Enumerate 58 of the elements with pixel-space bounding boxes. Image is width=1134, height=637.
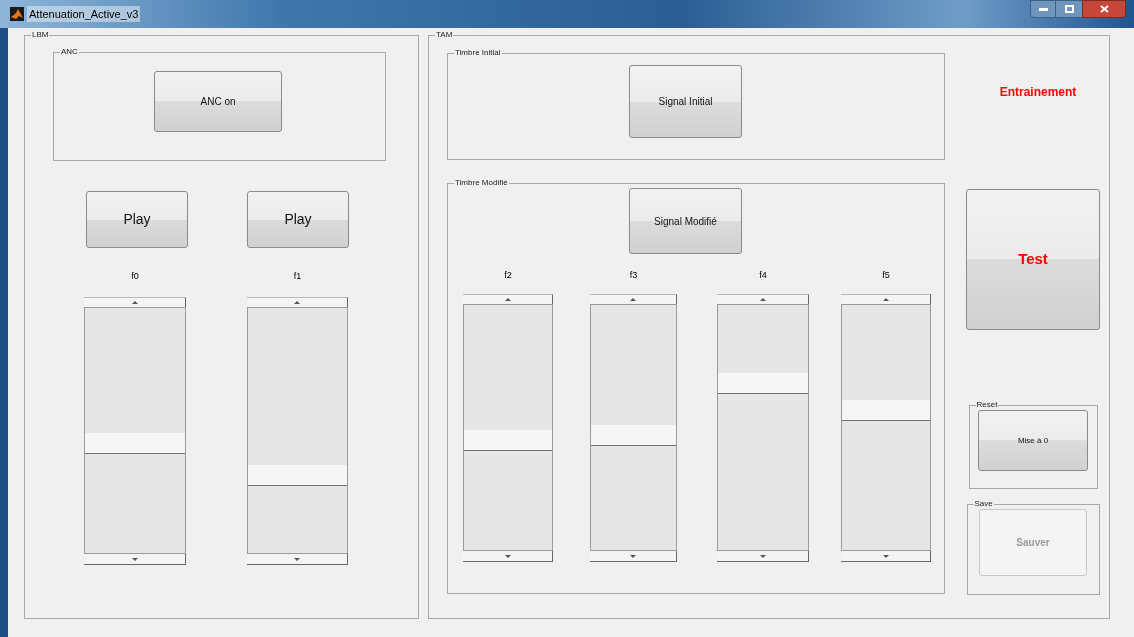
down-arrow-icon <box>294 557 300 561</box>
panel-title: LBM <box>31 30 50 40</box>
down-arrow-icon <box>131 557 138 561</box>
slider-label: f4 <box>759 269 767 281</box>
panel-title: Timbre Initial <box>454 48 502 58</box>
up-arrow-icon <box>630 298 636 301</box>
signal-initial-button[interactable]: Signal Initial <box>629 65 742 138</box>
slider-up-button[interactable] <box>463 294 553 304</box>
slider-thumb[interactable] <box>464 429 552 451</box>
up-arrow-icon <box>759 298 766 301</box>
minimize-icon <box>1038 7 1048 11</box>
slider-label: f3 <box>629 269 638 281</box>
slider-down-button[interactable] <box>841 551 931 562</box>
slider-label: f0 <box>131 270 139 282</box>
anc-button[interactable]: ANC on <box>154 71 282 132</box>
panel-title: ANC <box>60 47 79 57</box>
slider-up-button[interactable] <box>590 294 677 304</box>
mode-label: Entrainement <box>999 84 1077 101</box>
down-arrow-icon <box>504 554 511 558</box>
close-icon <box>1099 5 1109 13</box>
reset-button[interactable]: Mise à 0 <box>978 410 1088 471</box>
down-arrow-icon <box>882 554 889 558</box>
signal-modifie-button[interactable]: Signal Modifié <box>629 188 742 254</box>
down-arrow-icon <box>630 554 636 558</box>
down-arrow-icon <box>759 554 766 558</box>
slider-up-button[interactable] <box>717 294 809 304</box>
slider-thumb[interactable] <box>591 425 676 447</box>
slider-down-button[interactable] <box>590 551 677 562</box>
slider-thumb[interactable] <box>85 432 185 454</box>
slider-label: f1 <box>293 270 302 282</box>
slider-down-button[interactable] <box>247 554 348 565</box>
window-title: Attenuation_Active_v3 <box>27 5 141 23</box>
slider-up-button[interactable] <box>84 297 186 307</box>
slider-down-button[interactable] <box>84 554 186 565</box>
panel-title: Save <box>973 499 994 509</box>
maximize-icon <box>1064 5 1074 13</box>
play-button[interactable]: Play <box>247 191 349 248</box>
up-arrow-icon <box>882 298 889 301</box>
play-button[interactable]: Play <box>86 191 188 248</box>
slider-label: f2 <box>504 269 512 281</box>
slider-thumb[interactable] <box>248 464 347 486</box>
panel-title: Reset <box>975 400 999 410</box>
slider-thumb[interactable] <box>842 400 930 422</box>
panel-title: TAM <box>435 30 454 40</box>
slider-thumb[interactable] <box>718 373 808 395</box>
slider-down-button[interactable] <box>717 551 809 562</box>
maximize-button[interactable] <box>1056 0 1082 18</box>
close-button[interactable] <box>1082 0 1126 18</box>
app-logo-icon <box>10 7 24 21</box>
slider-down-button[interactable] <box>463 551 553 562</box>
minimize-button[interactable] <box>1030 0 1056 18</box>
slider-up-button[interactable] <box>247 297 348 307</box>
up-arrow-icon <box>294 301 300 304</box>
up-arrow-icon <box>131 301 138 304</box>
panel-title: Timbre Modifié <box>454 178 509 188</box>
slider-label: f5 <box>882 269 890 281</box>
up-arrow-icon <box>504 298 511 301</box>
slider-up-button[interactable] <box>841 294 931 304</box>
